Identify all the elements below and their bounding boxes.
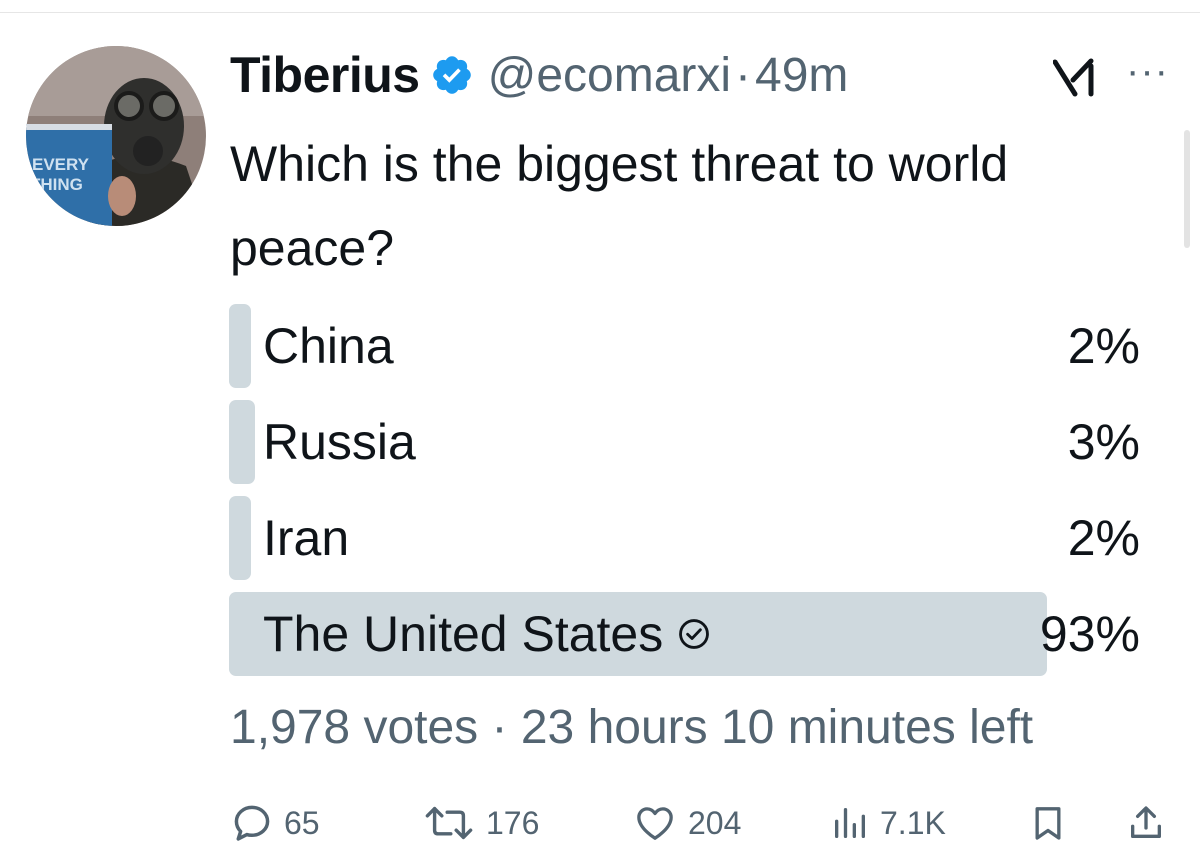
action-bar: 65 176 204 7.1K	[230, 796, 1170, 850]
top-divider	[0, 12, 1200, 13]
share-icon	[1126, 800, 1166, 846]
poll: China 2% Russia 3% Iran 2% The United St…	[229, 304, 1144, 688]
like-count: 204	[688, 804, 742, 841]
reply-count: 65	[284, 804, 320, 841]
poll-option-percent: 93%	[1039, 606, 1140, 662]
repost-count: 176	[486, 804, 540, 841]
share-button[interactable]	[1126, 796, 1166, 850]
avatar-book-text-1: EVERY	[32, 155, 90, 174]
separator-dot: ·	[735, 48, 752, 102]
tweet-text: Which is the biggest threat to world pea…	[230, 136, 1009, 276]
poll-option-label: Iran	[263, 510, 350, 566]
heart-icon	[632, 801, 678, 845]
views-button[interactable]: 7.1K	[830, 796, 946, 850]
poll-bar	[229, 400, 255, 484]
poll-option-percent: 2%	[1067, 318, 1140, 374]
like-button[interactable]: 204	[632, 796, 741, 850]
scrollbar[interactable]	[1184, 130, 1190, 248]
poll-bar	[229, 496, 251, 580]
poll-bar	[229, 304, 251, 388]
poll-option-label: Russia	[263, 414, 416, 470]
bookmark-button[interactable]	[1028, 796, 1068, 850]
avatar-image: EVERY THING KED	[26, 46, 206, 226]
views-count: 7.1K	[880, 804, 946, 841]
more-options-icon[interactable]: ···	[1126, 51, 1169, 91]
poll-option-russia[interactable]: Russia 3%	[229, 400, 1144, 484]
timestamp[interactable]: 49m	[755, 48, 848, 103]
poll-option-percent: 3%	[1067, 414, 1140, 470]
voted-check-icon	[677, 617, 711, 651]
poll-option-china[interactable]: China 2%	[229, 304, 1144, 388]
tweet-header: Tiberius @ecomarxi · 49m	[230, 44, 848, 106]
poll-footer: 1,978 votes · 23 hours 10 minutes left	[230, 701, 1034, 754]
poll-option-united-states[interactable]: The United States 93%	[229, 592, 1144, 676]
bookmark-icon	[1028, 800, 1068, 846]
author-name[interactable]: Tiberius	[230, 46, 420, 104]
poll-option-percent: 2%	[1067, 510, 1140, 566]
verified-badge-icon[interactable]	[430, 53, 474, 97]
repost-icon	[422, 801, 476, 845]
reply-icon	[230, 801, 274, 845]
grok-icon[interactable]	[1052, 58, 1099, 103]
poll-option-label: China	[263, 318, 394, 374]
reply-button[interactable]: 65	[230, 796, 320, 850]
poll-option-label: The United States	[263, 606, 664, 662]
repost-button[interactable]: 176	[422, 796, 539, 850]
avatar-book-text-3: KED	[34, 207, 70, 226]
author-handle[interactable]: @ecomarxi	[488, 48, 731, 103]
avatar-book-text-2: THING	[30, 175, 83, 194]
avatar[interactable]: EVERY THING KED	[26, 46, 206, 226]
analytics-icon	[830, 801, 870, 845]
poll-option-iran[interactable]: Iran 2%	[229, 496, 1144, 580]
